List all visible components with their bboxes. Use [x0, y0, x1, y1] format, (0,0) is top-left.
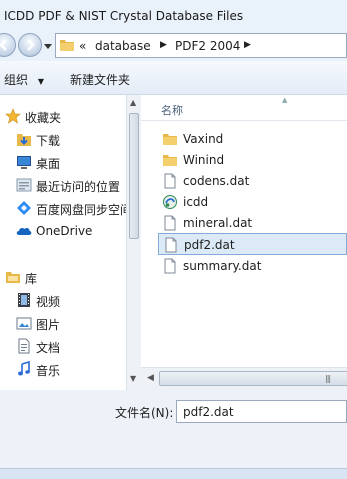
list-item-mineral[interactable]: mineral.dat [158, 212, 347, 234]
desktop-icon [17, 156, 31, 169]
video-icon [18, 293, 30, 307]
forward-arrow-icon [27, 39, 35, 51]
picture-icon [16, 317, 32, 330]
list-item-icdd[interactable]: icdd [158, 191, 347, 213]
nav-pane-scroll-thumb[interactable] [129, 113, 139, 239]
title-bar: ICDD PDF & NIST Crystal Database Files [0, 0, 347, 30]
file-icon [164, 215, 176, 231]
application-icon [163, 195, 177, 209]
breadcrumb-overflow[interactable]: « [79, 39, 86, 53]
scroll-left-icon[interactable]: ◀ [147, 373, 154, 383]
scroll-down-icon[interactable]: ▼ [130, 374, 136, 383]
file-icon [165, 237, 177, 253]
document-icon [18, 338, 30, 354]
horizontal-scroll-thumb[interactable]: ||| [159, 371, 347, 386]
file-icon [164, 173, 176, 189]
list-item-summary[interactable]: summary.dat [158, 255, 347, 277]
filename-input[interactable] [176, 400, 347, 423]
filename-label: 文件名(N): [115, 406, 174, 420]
list-item-pdf2[interactable]: pdf2.dat [158, 233, 347, 255]
music-icon [18, 361, 30, 376]
nav-desktop[interactable]: 桌面 [0, 151, 126, 173]
nav-baidu-sync[interactable]: 百度网盘同步空间 [0, 197, 126, 219]
list-item-winind[interactable]: Winind [158, 149, 347, 171]
list-item-codens[interactable]: codens.dat [158, 170, 347, 192]
grip-icon: ||| [325, 374, 331, 383]
organize-button[interactable]: 组织 ▼ [4, 71, 44, 88]
nav-recent-places[interactable]: 最近访问的位置 [0, 174, 126, 196]
navigation-bar: « database ▶ PDF2 2004 ▶ [0, 30, 347, 61]
nav-music[interactable]: 音乐 [0, 358, 126, 380]
file-list-horizontal-scrollbar[interactable]: ◀ ||| [141, 367, 347, 390]
recent-pages-dropdown-icon[interactable] [44, 44, 52, 50]
nav-libraries[interactable]: 库 [0, 266, 126, 288]
breadcrumb-pdf2-2004[interactable]: PDF2 2004 [175, 39, 240, 53]
list-item-vaxind[interactable]: Vaxind [158, 128, 347, 150]
downloads-icon [17, 134, 31, 146]
recent-places-icon [16, 178, 32, 192]
cloud-icon [16, 227, 32, 235]
file-icon [164, 258, 176, 274]
address-bar[interactable]: « database ▶ PDF2 2004 ▶ [55, 33, 347, 58]
back-button[interactable] [0, 33, 16, 57]
scroll-up-icon[interactable]: ▲ [130, 98, 136, 107]
filename-panel: 文件名(N): [0, 390, 347, 479]
sort-ascending-icon: ▲ [282, 96, 288, 104]
breadcrumb-chevron-icon[interactable]: ▶ [160, 40, 167, 50]
forward-button[interactable] [18, 33, 42, 57]
dialog-bottom-edge [0, 468, 347, 479]
library-icon [6, 272, 20, 283]
nav-documents[interactable]: 文档 [0, 335, 126, 357]
column-header-name[interactable]: 名称 ▲ [141, 95, 347, 121]
organize-label: 组织 [4, 73, 29, 87]
breadcrumb-chevron-icon[interactable]: ▶ [244, 40, 251, 50]
nav-pictures[interactable]: 图片 [0, 312, 126, 334]
nav-downloads[interactable]: 下载 [0, 128, 126, 150]
nav-pane-scrollbar[interactable]: ▲ ▼ [126, 95, 141, 390]
folder-icon [163, 155, 177, 166]
baidu-netdisk-icon [17, 201, 31, 215]
nav-videos[interactable]: 视频 [0, 289, 126, 311]
new-folder-button[interactable]: 新建文件夹 [70, 71, 130, 88]
toolbar: 组织 ▼ 新建文件夹 [0, 61, 347, 95]
window-title: ICDD PDF & NIST Crystal Database Files [4, 9, 244, 23]
nav-onedrive[interactable]: OneDrive [0, 220, 126, 242]
back-arrow-icon [0, 39, 7, 51]
navigation-pane: 收藏夹 下载 桌面 最近访问的位置 百度网盘同步空间 OneDrive 库 视频… [0, 95, 126, 390]
folder-icon [163, 134, 177, 145]
star-icon [5, 108, 21, 124]
file-list: 名称 ▲ Vaxind Winind codens.dat icdd miner… [141, 95, 347, 367]
folder-icon [60, 40, 74, 51]
breadcrumb-database[interactable]: database [95, 39, 151, 53]
nav-favorites[interactable]: 收藏夹 [0, 105, 126, 127]
chevron-down-icon: ▼ [37, 77, 44, 86]
